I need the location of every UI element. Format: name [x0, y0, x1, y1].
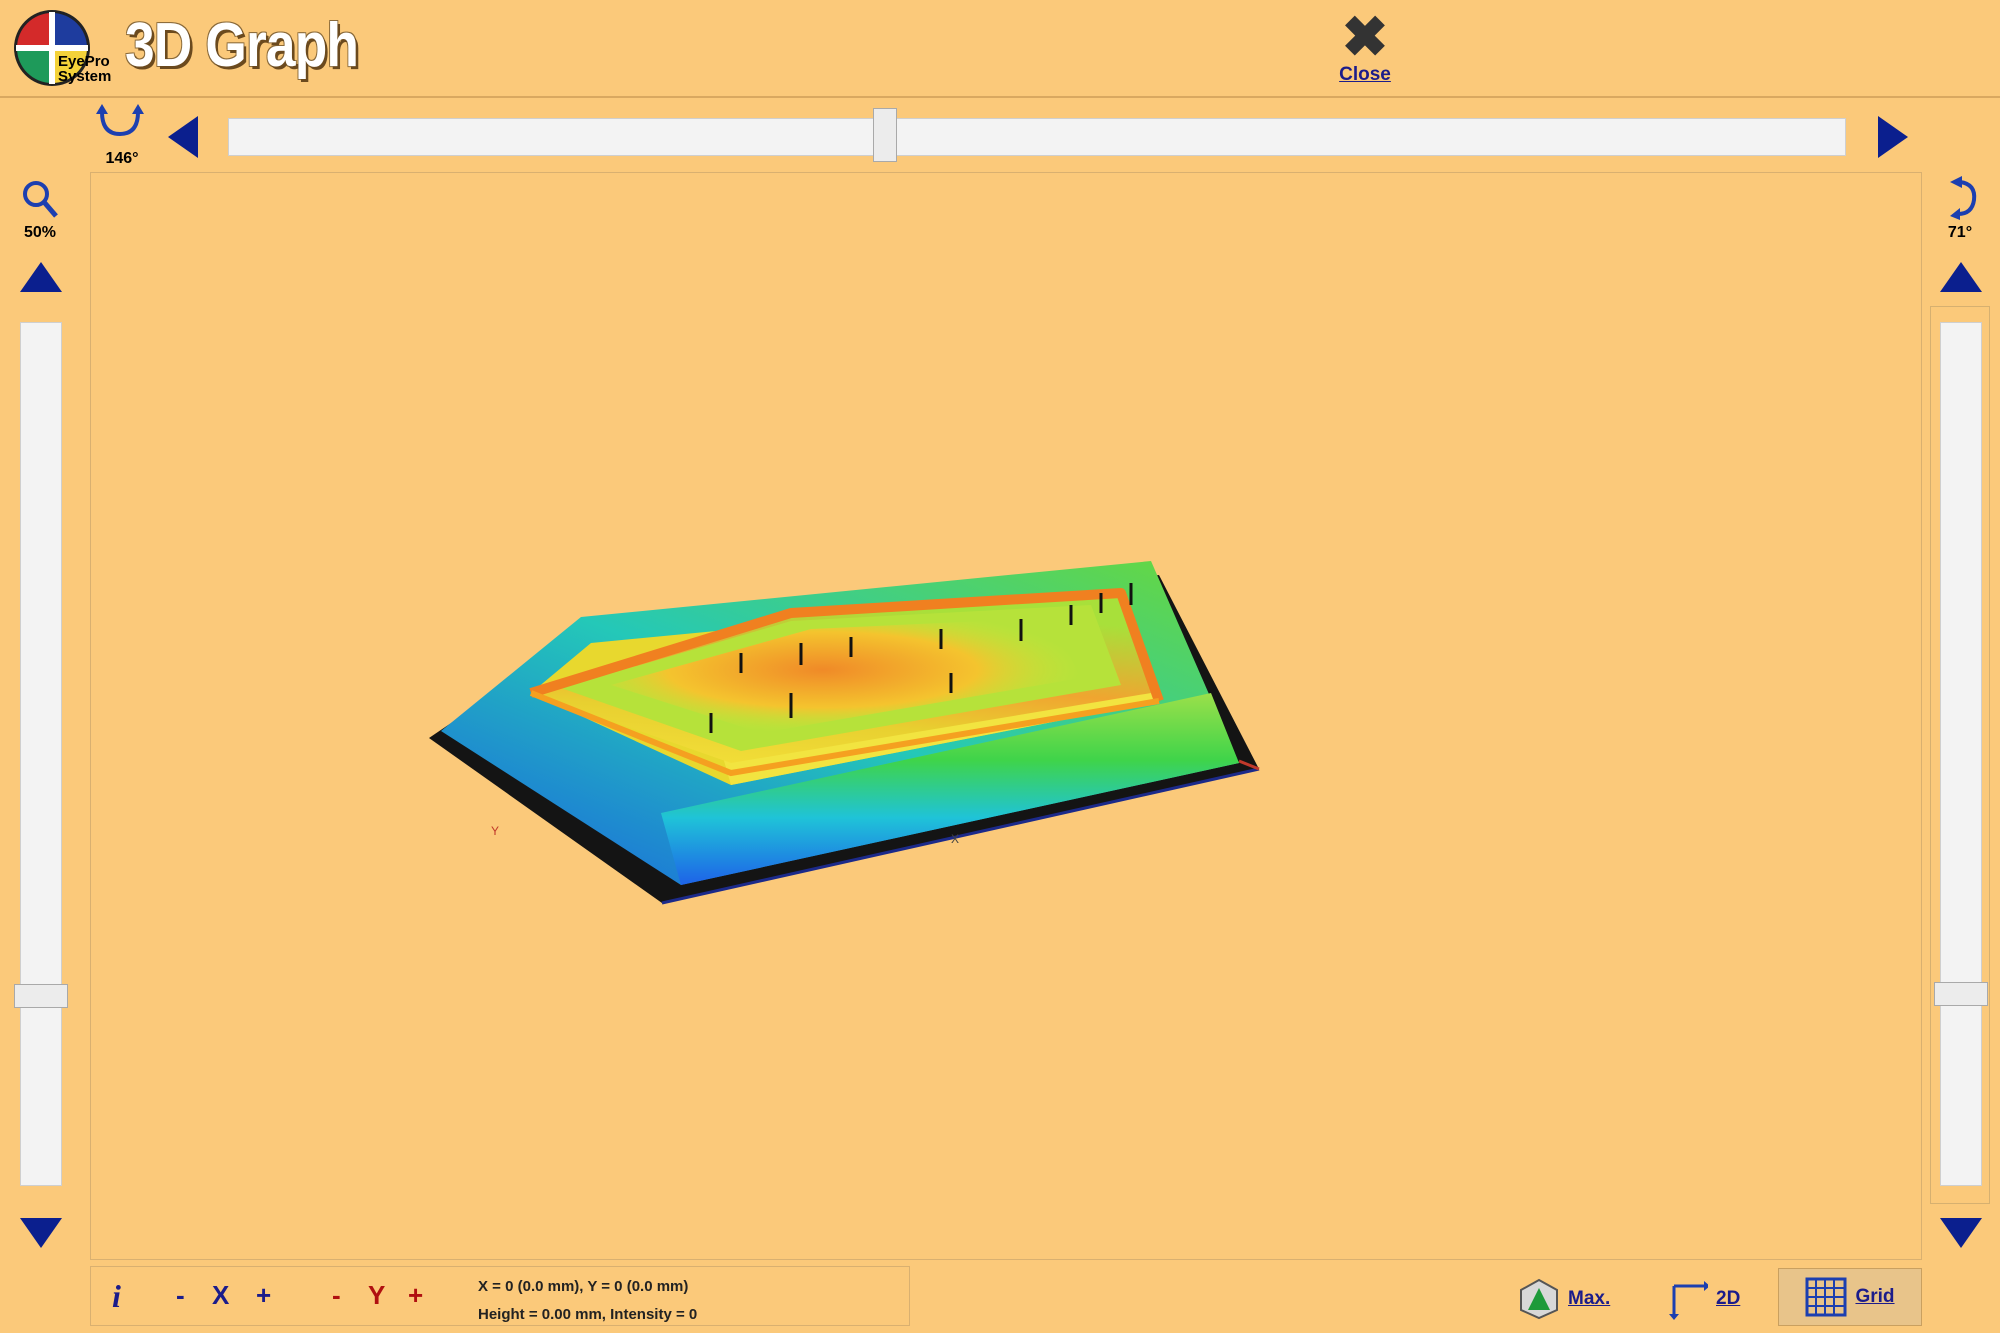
- rotate-horizontal-icon: [96, 104, 144, 137]
- zoom-out-arrow[interactable]: [20, 1218, 62, 1248]
- x-plus-button[interactable]: +: [256, 1280, 271, 1311]
- page-title: 3D Graph: [125, 11, 359, 80]
- x-axis-control-label: X: [212, 1280, 230, 1310]
- y-minus-button[interactable]: -: [332, 1280, 341, 1311]
- view-2d-label: 2D: [1716, 1288, 1741, 1309]
- zoom-slider-thumb[interactable]: [14, 984, 68, 1008]
- tilt-down-arrow[interactable]: [1940, 1218, 1982, 1248]
- zoom-value: 50%: [23, 224, 57, 241]
- vertical-rotation-value: 71°: [1947, 224, 1973, 241]
- tilt-slider[interactable]: [1940, 322, 1982, 1186]
- grid-label: Grid: [1855, 1286, 1895, 1307]
- close-button[interactable]: ✖ Close: [1320, 5, 1410, 90]
- close-label: Close: [1339, 64, 1391, 85]
- magnifier-icon: [23, 181, 58, 218]
- rotate-left-arrow[interactable]: [168, 116, 198, 158]
- rotate-right-arrow[interactable]: [1878, 116, 1908, 158]
- cursor-readout: X = 0 (0.0 mm), Y = 0 (0.0 mm) Height = …: [478, 1273, 697, 1329]
- rotate-vertical-icon: [1950, 176, 1977, 220]
- max-icon: [1520, 1278, 1558, 1320]
- 2d-axes-icon: [1669, 1281, 1708, 1320]
- info-icon[interactable]: i: [112, 1278, 121, 1315]
- zoom-slider[interactable]: [20, 322, 62, 1186]
- height-intensity-line: Height = 0.00 mm, Intensity = 0: [478, 1306, 698, 1323]
- y-axis-control-label: Y: [368, 1280, 386, 1310]
- max-label: Max.: [1568, 1288, 1611, 1309]
- x-axis-label: X: [951, 832, 959, 846]
- tilt-slider-thumb[interactable]: [1934, 982, 1988, 1006]
- close-icon: ✖: [1341, 5, 1389, 68]
- view-2d-button[interactable]: 2D: [1666, 1274, 1740, 1324]
- y-axis-label: Y: [491, 824, 499, 838]
- zoom-in-arrow[interactable]: [20, 262, 62, 292]
- x-minus-button[interactable]: -: [176, 1280, 185, 1311]
- logo-text: EyePro System: [58, 54, 111, 84]
- horizontal-rotation-thumb[interactable]: [873, 108, 897, 162]
- y-plus-button[interactable]: +: [408, 1280, 423, 1311]
- 3d-surface-render: Y X: [429, 561, 1260, 905]
- horizontal-rotation-value: 146°: [105, 150, 139, 167]
- logo-text-line1: EyePro: [58, 53, 110, 70]
- max-button[interactable]: Max.: [1518, 1274, 1610, 1324]
- grid-toggle-button[interactable]: Grid: [1778, 1268, 1922, 1326]
- tilt-up-arrow[interactable]: [1940, 262, 1982, 292]
- grid-icon: [1805, 1277, 1847, 1317]
- 3d-plot-area[interactable]: Y X: [90, 172, 1922, 1260]
- horizontal-rotation-slider[interactable]: [228, 118, 1846, 156]
- logo-text-line2: System: [58, 68, 112, 85]
- coords-line: X = 0 (0.0 mm), Y = 0 (0.0 mm): [478, 1278, 689, 1295]
